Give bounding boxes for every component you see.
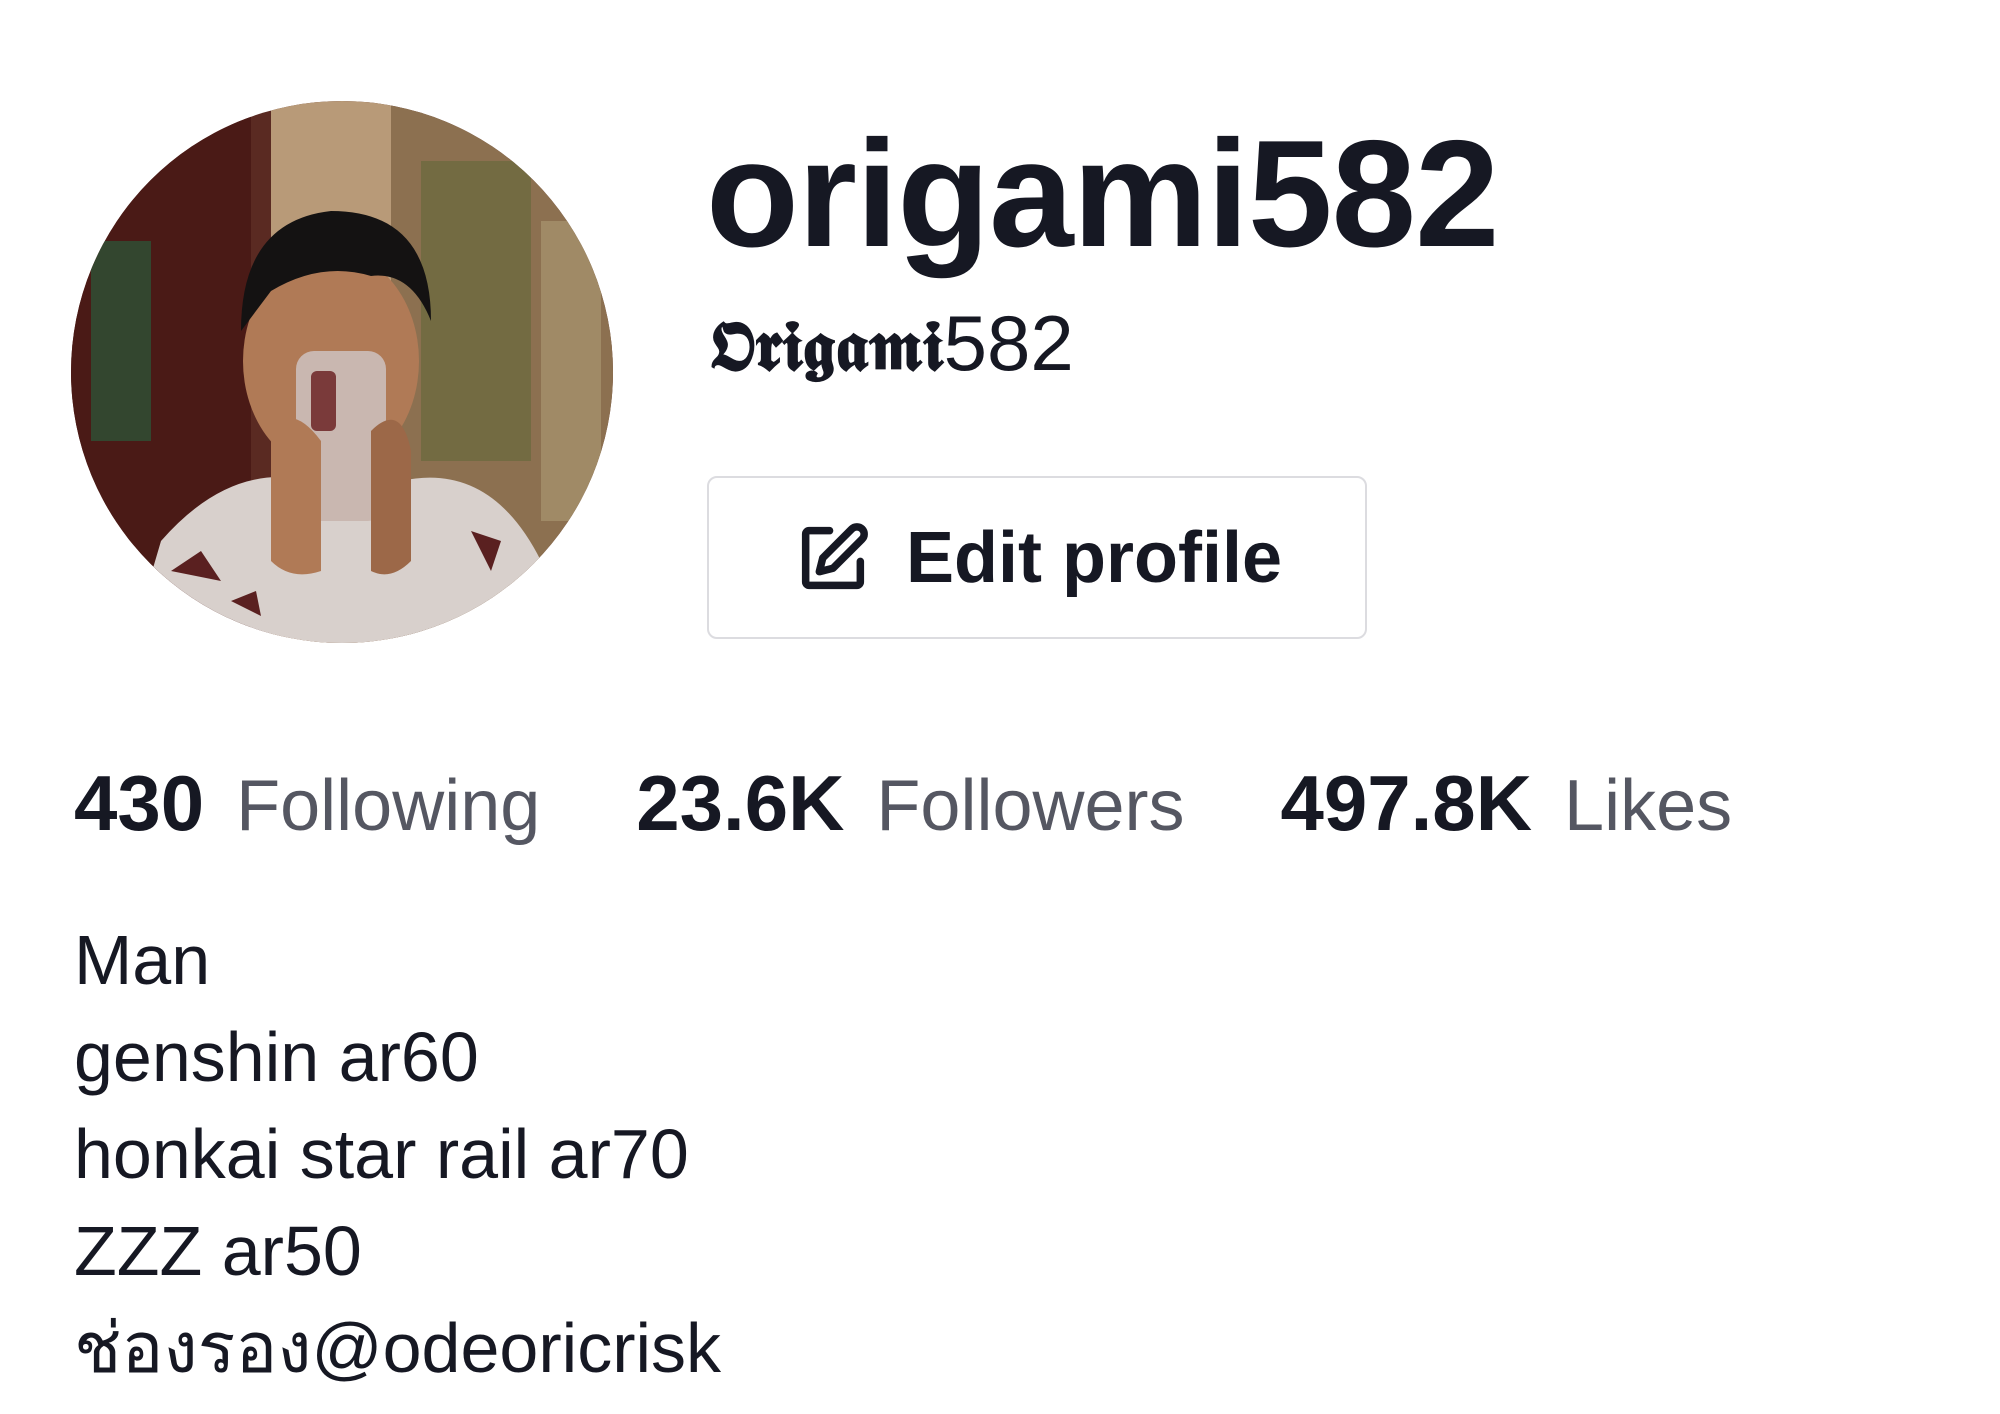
stat-number: 497.8K [1280, 759, 1533, 847]
stat-followers[interactable]: 23.6K Followers [636, 758, 1184, 849]
stat-likes: 497.8K Likes [1281, 758, 1733, 849]
bio-line: Man [74, 921, 211, 999]
profile-stats: 430 Following 23.6K Followers 497.8K Lik… [74, 758, 1828, 849]
edit-profile-label: Edit profile [906, 517, 1282, 598]
stat-label: Likes [1564, 766, 1733, 846]
username: origami582 [706, 109, 1500, 279]
bio-line: honkai star rail ar70 [74, 1115, 689, 1193]
bio-line: genshin ar60 [74, 1018, 479, 1096]
bio-line[interactable]: ช่องรอง@odeoricrisk [74, 1300, 721, 1397]
bio-line: ZZZ ar50 [74, 1212, 362, 1290]
user-avatar-photo-icon [71, 101, 613, 643]
bio: Man genshin ar60 honkai star rail ar70 Z… [74, 912, 721, 1397]
stat-following[interactable]: 430 Following [74, 758, 540, 849]
edit-icon [792, 517, 874, 599]
stat-label: Following [236, 766, 541, 846]
edit-profile-button[interactable]: Edit profile [707, 476, 1367, 639]
display-name: 𝕺𝖗𝖎𝖌𝖆𝖒𝖎582 [708, 304, 1074, 382]
display-name-styled: 𝕺𝖗𝖎𝖌𝖆𝖒𝖎 [708, 304, 944, 387]
stat-number: 23.6K [636, 759, 845, 847]
avatar[interactable] [71, 101, 613, 643]
display-name-digits: 582 [943, 299, 1074, 387]
stat-label: Followers [876, 766, 1185, 846]
profile-header: origami582 𝕺𝖗𝖎𝖌𝖆𝖒𝖎582 Edit profile 430 F… [0, 0, 2000, 1414]
stat-number: 430 [74, 759, 205, 847]
